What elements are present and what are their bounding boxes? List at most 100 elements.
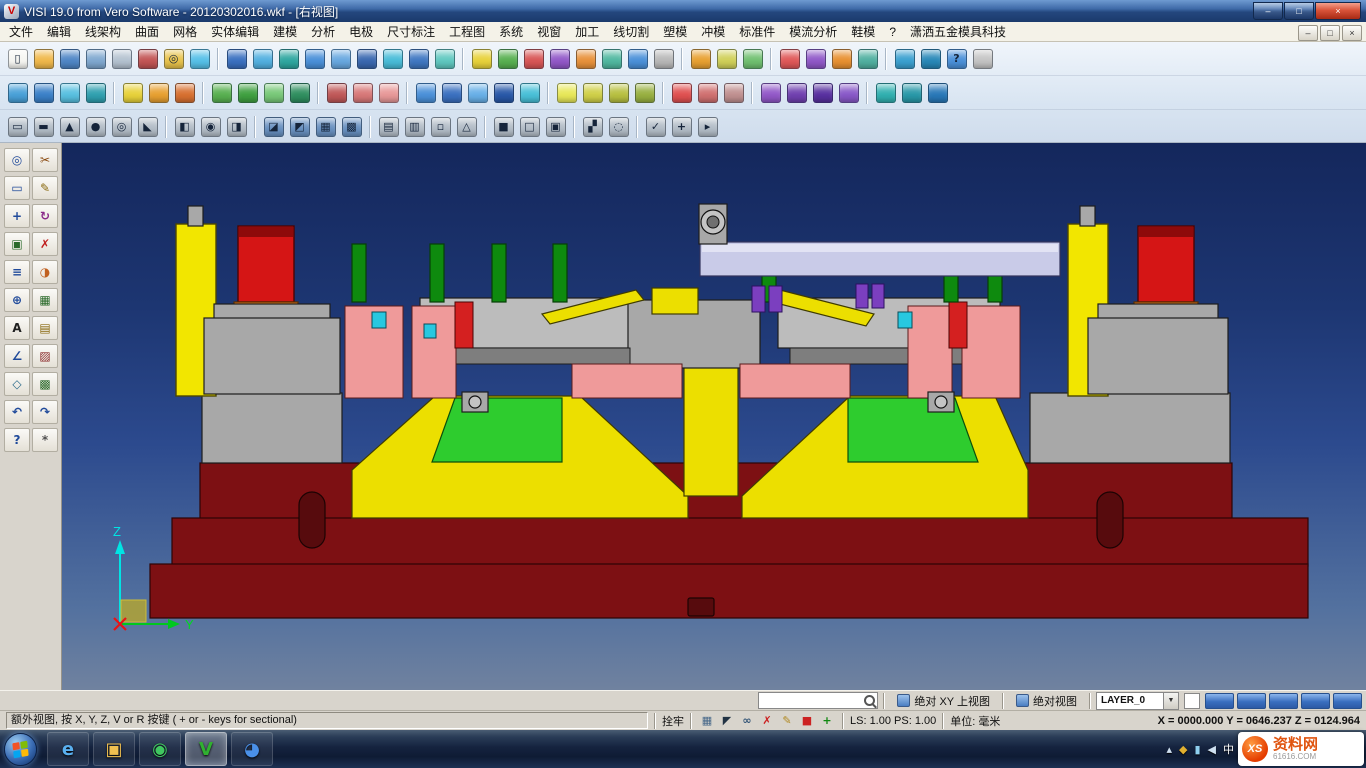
refresh-button[interactable] bbox=[187, 46, 212, 71]
print-button[interactable] bbox=[109, 46, 134, 71]
tray-show-hidden-icon[interactable]: ▴ bbox=[1166, 743, 1172, 756]
zoom-tool[interactable]: ◎ bbox=[4, 148, 30, 172]
help-button[interactable]: ? bbox=[944, 46, 969, 71]
thicken-button[interactable]: ▩ bbox=[339, 114, 364, 139]
combine-button[interactable]: ■ bbox=[491, 114, 516, 139]
trim-tool[interactable]: ✂ bbox=[32, 148, 58, 172]
move-button[interactable] bbox=[413, 80, 438, 105]
mdi-restore-button[interactable]: □ bbox=[1320, 25, 1340, 41]
boolean-intersect-button[interactable] bbox=[172, 80, 197, 105]
die-tool-button[interactable] bbox=[810, 80, 835, 105]
quick-view-segment[interactable] bbox=[1237, 693, 1266, 709]
menu-item[interactable]: 建模 bbox=[266, 22, 304, 41]
search-input[interactable] bbox=[759, 693, 863, 708]
start-button[interactable] bbox=[4, 733, 37, 766]
prim-wedge-button[interactable]: ◣ bbox=[135, 114, 160, 139]
view-mode-absolute-button[interactable]: 绝对视图 bbox=[1009, 692, 1084, 710]
link-icon[interactable]: ∞ bbox=[738, 712, 756, 730]
blend-solid-button[interactable]: △ bbox=[454, 114, 479, 139]
array-tool[interactable]: ▩ bbox=[32, 372, 58, 396]
text-button[interactable] bbox=[721, 80, 746, 105]
delete-tool[interactable]: ✗ bbox=[32, 232, 58, 256]
fillet-button[interactable] bbox=[209, 80, 234, 105]
simulate-button[interactable] bbox=[925, 80, 950, 105]
rotate-tool[interactable]: ↻ bbox=[32, 204, 58, 228]
frame-tool[interactable]: ▭ bbox=[4, 176, 30, 200]
edit-icon[interactable]: ✎ bbox=[778, 712, 796, 730]
prim-box-button[interactable]: ▭ bbox=[5, 114, 30, 139]
tray-shield-icon[interactable]: ◆ bbox=[1179, 743, 1187, 756]
menu-item[interactable]: 模流分析 bbox=[782, 22, 844, 41]
face-edit-button[interactable]: ▤ bbox=[376, 114, 401, 139]
stop-icon[interactable]: ■ bbox=[798, 712, 816, 730]
chamfer-button[interactable] bbox=[235, 80, 260, 105]
tray-ime-icon[interactable]: 中 bbox=[1223, 741, 1234, 757]
snap-button[interactable] bbox=[740, 46, 765, 71]
layer-color-swatch[interactable] bbox=[1184, 693, 1200, 709]
menu-item[interactable]: 曲面 bbox=[128, 22, 166, 41]
mdi-close-button[interactable]: × bbox=[1342, 25, 1362, 41]
filter-button[interactable] bbox=[495, 46, 520, 71]
rotate-button[interactable] bbox=[439, 80, 464, 105]
layers-button[interactable] bbox=[469, 46, 494, 71]
snap-tool[interactable]: ⊕ bbox=[4, 288, 30, 312]
menu-item[interactable]: 文件 bbox=[2, 22, 40, 41]
color-tool[interactable]: ◑ bbox=[32, 260, 58, 284]
extrude-solid-button[interactable]: ◧ bbox=[172, 114, 197, 139]
dimension-button[interactable] bbox=[669, 80, 694, 105]
prim-cone-button[interactable]: ▲ bbox=[57, 114, 82, 139]
pencil-tool[interactable]: ✎ bbox=[32, 176, 58, 200]
taskbar-ie-icon[interactable]: e bbox=[47, 732, 89, 766]
stitch-button[interactable]: ▦ bbox=[313, 114, 338, 139]
menu-item[interactable]: 加工 bbox=[568, 22, 606, 41]
redo-button[interactable] bbox=[573, 46, 598, 71]
delete-icon[interactable]: ✗ bbox=[758, 712, 776, 730]
mirror-button[interactable] bbox=[465, 80, 490, 105]
search-box[interactable] bbox=[758, 692, 878, 709]
prim-torus-button[interactable]: ◎ bbox=[109, 114, 134, 139]
menu-item[interactable]: 系统 bbox=[492, 22, 530, 41]
electrode-button[interactable] bbox=[758, 80, 783, 105]
undo-tool[interactable]: ↶ bbox=[4, 400, 30, 424]
repair-solid-button[interactable]: + bbox=[669, 114, 694, 139]
boolean-union-button[interactable] bbox=[120, 80, 145, 105]
save-button[interactable] bbox=[57, 46, 82, 71]
menu-item[interactable]: 潇洒五金模具科技 bbox=[903, 22, 1013, 41]
pattern-circular-button[interactable]: ◌ bbox=[606, 114, 631, 139]
menu-item[interactable]: ? bbox=[882, 24, 903, 40]
top-view-button[interactable] bbox=[354, 46, 379, 71]
options-button[interactable] bbox=[651, 46, 676, 71]
about-button[interactable] bbox=[970, 46, 995, 71]
move-tool[interactable]: + bbox=[4, 204, 30, 228]
chevron-down-icon[interactable]: ▼ bbox=[1163, 693, 1178, 709]
pattern-linear-button[interactable]: ▞ bbox=[580, 114, 605, 139]
render-button[interactable] bbox=[892, 46, 917, 71]
loft-button[interactable] bbox=[83, 80, 108, 105]
text-tool[interactable]: A bbox=[4, 316, 30, 340]
menu-item[interactable]: 鞋模 bbox=[844, 22, 882, 41]
menu-item[interactable]: 尺寸标注 bbox=[380, 22, 442, 41]
note-tool[interactable]: ▤ bbox=[32, 316, 58, 340]
plot-button[interactable] bbox=[135, 46, 160, 71]
measure-button[interactable] bbox=[599, 46, 624, 71]
prim-sphere-button[interactable]: ● bbox=[83, 114, 108, 139]
menu-item[interactable]: 编辑 bbox=[40, 22, 78, 41]
quick-view-segment[interactable] bbox=[1205, 693, 1234, 709]
menu-item[interactable]: 标准件 bbox=[732, 22, 782, 41]
right-view-button[interactable] bbox=[380, 46, 405, 71]
mirror-tool[interactable]: ◇ bbox=[4, 372, 30, 396]
tray-network-icon[interactable]: ▮ bbox=[1194, 743, 1200, 756]
add-icon[interactable]: + bbox=[818, 712, 836, 730]
close-button[interactable]: × bbox=[1315, 2, 1361, 20]
quick-view-segment[interactable] bbox=[1333, 693, 1362, 709]
menu-item[interactable]: 分析 bbox=[304, 22, 342, 41]
arc-button[interactable] bbox=[606, 80, 631, 105]
settings-tool[interactable]: * bbox=[32, 428, 58, 452]
grid-tool[interactable]: ▦ bbox=[32, 288, 58, 312]
rotate-view-button[interactable] bbox=[406, 46, 431, 71]
hidden-line-button[interactable] bbox=[276, 46, 301, 71]
zoom-fit-button[interactable] bbox=[432, 46, 457, 71]
lock-label[interactable]: 拴牢 bbox=[662, 713, 684, 729]
revolve-solid-button[interactable]: ◉ bbox=[198, 114, 223, 139]
analysis-button[interactable] bbox=[777, 46, 802, 71]
